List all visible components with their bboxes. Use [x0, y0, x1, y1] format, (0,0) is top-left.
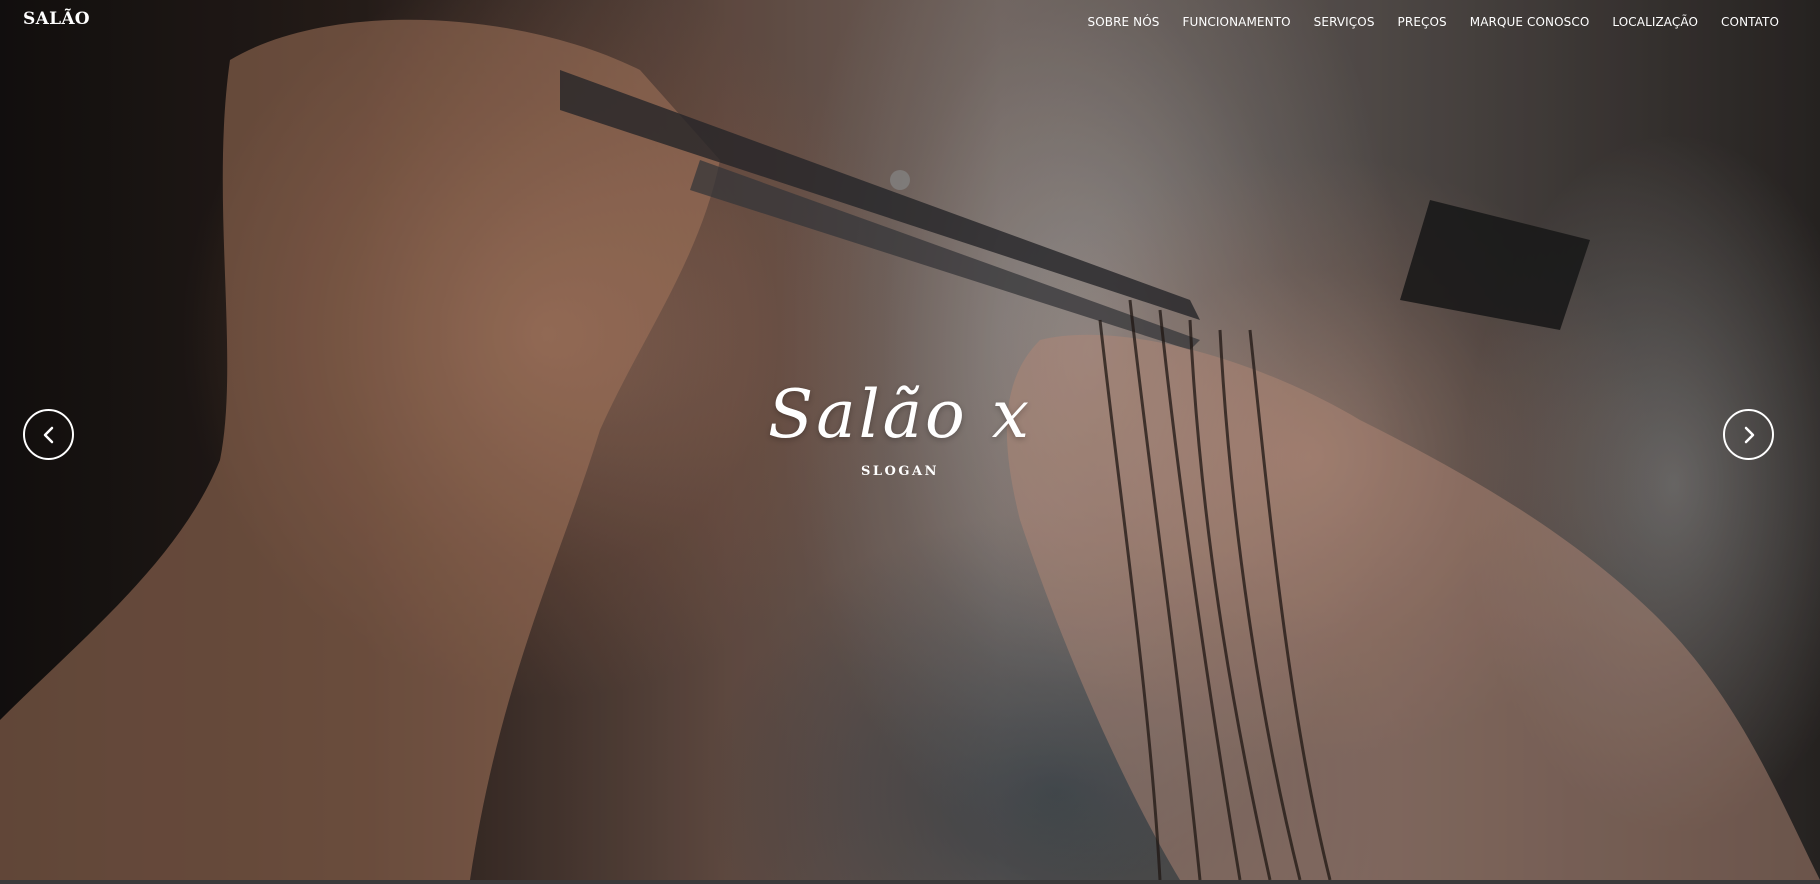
carousel-prev-button[interactable]	[23, 409, 74, 460]
nav-menu: SOBRE NÓS FUNCIONAMENTO SERVIÇOS PREÇOS …	[1088, 11, 1780, 30]
top-navbar: SALÃO SOBRE NÓS FUNCIONAMENTO SERVIÇOS P…	[0, 0, 1820, 40]
hero-caption: Salão x SLOGAN	[0, 376, 1800, 480]
nav-item-funcionamento: FUNCIONAMENTO	[1182, 11, 1290, 30]
nav-link-precos[interactable]: PREÇOS	[1398, 15, 1447, 29]
chevron-right-icon	[1744, 426, 1754, 443]
hero-title: Salão x	[768, 376, 1032, 453]
nav-item-sobre-nos: SOBRE NÓS	[1088, 11, 1160, 30]
carousel-next-button[interactable]	[1723, 409, 1774, 460]
nav-link-servicos[interactable]: SERVIÇOS	[1314, 15, 1375, 29]
brand-logo[interactable]: SALÃO	[23, 9, 90, 29]
nav-link-marque-conosco[interactable]: MARQUE CONOSCO	[1470, 15, 1590, 29]
nav-item-precos: PREÇOS	[1398, 11, 1447, 30]
nav-item-contato: CONTATO	[1721, 11, 1779, 30]
nav-item-marque-conosco: MARQUE CONOSCO	[1470, 11, 1590, 30]
nav-link-sobre-nos[interactable]: SOBRE NÓS	[1088, 15, 1160, 29]
chevron-left-icon	[43, 426, 53, 443]
nav-link-localizacao[interactable]: LOCALIZAÇÃO	[1612, 15, 1698, 29]
nav-link-funcionamento[interactable]: FUNCIONAMENTO	[1182, 15, 1290, 29]
nav-item-localizacao: LOCALIZAÇÃO	[1612, 11, 1698, 30]
bottom-bar	[0, 880, 1820, 884]
nav-item-servicos: SERVIÇOS	[1314, 11, 1375, 30]
nav-link-contato[interactable]: CONTATO	[1721, 15, 1779, 29]
hero-slogan: SLOGAN	[861, 464, 939, 479]
